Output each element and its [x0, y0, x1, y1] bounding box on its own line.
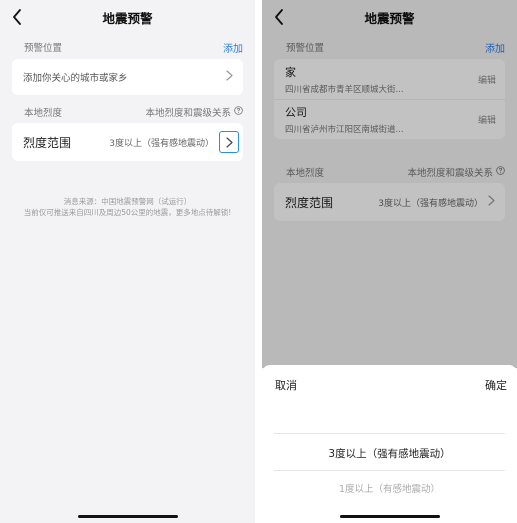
local-intensity-header: 本地烈度 本地烈度和震级关系: [0, 102, 255, 122]
home-indicator: [77, 515, 178, 518]
back-arrow-icon[interactable]: [6, 6, 28, 28]
picker-selection-line-bottom: [274, 470, 505, 471]
cancel-button[interactable]: 取消: [275, 377, 297, 393]
source-note-line-1: 消息来源：中国地震预警网（试运行）: [63, 197, 192, 206]
chevron-right-icon: [225, 136, 233, 148]
intensity-relation-link[interactable]: 本地烈度和震级关系: [145, 105, 243, 119]
picker-option[interactable]: 1度以上（有感地震动）: [262, 481, 517, 495]
add-location-button[interactable]: 添加: [223, 40, 243, 55]
intensity-range-card[interactable]: 烈度范围 3度以上（强有感地震动）: [12, 123, 243, 161]
confirm-button[interactable]: 确定: [485, 377, 507, 393]
intensity-range-value: 3度以上（强有感地震动）: [109, 138, 214, 149]
warning-location-header: 预警位置 添加: [0, 37, 255, 57]
intensity-relation-label: 本地烈度和震级关系: [145, 108, 231, 119]
picker-option-selected[interactable]: 3度以上（强有感地震动）: [262, 446, 517, 461]
add-city-card[interactable]: 添加你关心的城市或家乡: [12, 59, 243, 95]
right-screen: 地震预警 预警位置 添加 家 四川省成都市青羊区顺城大街... 编辑 公司 四川…: [262, 0, 517, 523]
intensity-range-label: 烈度范围: [23, 135, 72, 150]
help-circle-icon: [234, 106, 243, 118]
warning-location-label: 预警位置: [24, 43, 63, 54]
picker-header: 取消 确定: [275, 377, 507, 393]
add-city-placeholder: 添加你关心的城市或家乡: [23, 73, 128, 84]
nav-bar: 地震预警: [0, 0, 255, 34]
chevron-right-icon: [226, 70, 233, 84]
source-note-line-2: 当前仅可推送来自四川及周边50公里的地震，更多地点待解锁!: [23, 208, 232, 217]
add-city-row[interactable]: 添加你关心的城市或家乡: [12, 59, 243, 95]
picker-selection-line-top: [274, 433, 505, 434]
intensity-picker-sheet: 取消 确定 3度以上（强有感地震动） 1度以上（有感地震动）: [262, 365, 517, 523]
modal-overlay[interactable]: [262, 0, 517, 368]
intensity-range-chevron-button[interactable]: [219, 131, 239, 153]
source-note: 消息来源：中国地震预警网（试运行） 当前仅可推送来自四川及周边50公里的地震，更…: [0, 196, 255, 218]
home-indicator: [339, 515, 440, 518]
page-title: 地震预警: [102, 10, 153, 26]
intensity-range-row[interactable]: 烈度范围 3度以上（强有感地震动）: [12, 123, 243, 161]
local-intensity-label: 本地烈度: [24, 108, 63, 119]
left-screen: 地震预警 预警位置 添加 添加你关心的城市或家乡 本地烈度 本地烈度和震级关系 …: [0, 0, 255, 523]
